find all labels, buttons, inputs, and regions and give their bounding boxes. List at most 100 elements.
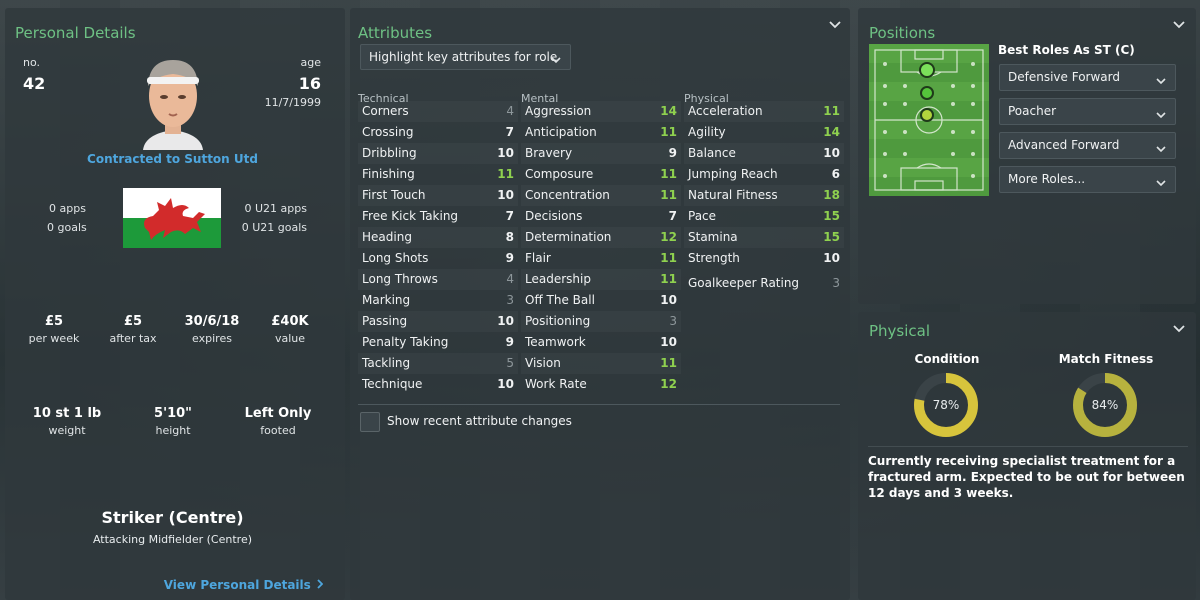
physical-attribute-row[interactable]: Acceleration 11 — [684, 101, 844, 122]
attribute-name: Finishing — [362, 167, 415, 181]
more-roles-dropdown[interactable]: More Roles... — [999, 166, 1176, 193]
role-dropdown-defensive-forward[interactable]: Defensive Forward — [999, 64, 1176, 91]
technical-attribute-row[interactable]: Technique 10 — [358, 374, 518, 395]
attribute-value: 10 — [660, 293, 677, 307]
view-personal-details-label: View Personal Details — [163, 578, 311, 592]
condition-value: 78% — [932, 398, 960, 412]
attribute-value: 7 — [505, 125, 514, 139]
highlight-roles-dropdown[interactable]: Highlight key attributes for role — [360, 44, 571, 70]
attribute-value: 7 — [668, 209, 677, 223]
attribute-value: 11 — [660, 125, 677, 139]
attribute-value: 7 — [505, 209, 514, 223]
footed-label: footed — [260, 424, 296, 437]
mental-attribute-row[interactable]: Off The Ball 10 — [521, 290, 681, 311]
mental-attribute-row[interactable]: Work Rate 12 — [521, 374, 681, 395]
technical-attribute-row[interactable]: First Touch 10 — [358, 185, 518, 206]
mental-attribute-row[interactable]: Vision 11 — [521, 353, 681, 374]
technical-attribute-row[interactable]: Corners 4 — [358, 101, 518, 122]
mental-attribute-row[interactable]: Determination 12 — [521, 227, 681, 248]
physical-attribute-row[interactable]: Natural Fitness 18 — [684, 185, 844, 206]
physical-panel: Physical Condition Match Fitness 78% 84%… — [858, 312, 1196, 600]
mental-attribute-row[interactable]: Concentration 11 — [521, 185, 681, 206]
weight-value: 10 st 1 lb — [32, 406, 102, 421]
attribute-value: 11 — [660, 167, 677, 181]
technical-attribute-row[interactable]: Tackling 5 — [358, 353, 518, 374]
physical-attribute-row[interactable]: Strength 10 — [684, 248, 844, 269]
wage-value: £5 — [44, 314, 64, 329]
chevron-down-icon — [1155, 139, 1167, 164]
chevron-down-icon[interactable] — [1172, 18, 1186, 32]
divider — [358, 404, 840, 405]
attribute-value: 5 — [506, 356, 514, 370]
attribute-name: Aggression — [525, 104, 592, 118]
attribute-value: 8 — [505, 230, 514, 244]
mental-attribute-row[interactable]: Aggression 14 — [521, 101, 681, 122]
view-personal-details-link[interactable]: View Personal Details — [163, 578, 324, 592]
attribute-value: 11 — [823, 104, 840, 118]
transfer-value: £40K — [271, 314, 309, 329]
recent-changes-label[interactable]: Show recent attribute changes — [387, 414, 572, 428]
technical-attribute-row[interactable]: Long Shots 9 — [358, 248, 518, 269]
attribute-value: 10 — [497, 146, 514, 160]
highlight-roles-label: Highlight key attributes for role — [369, 50, 558, 64]
goalkeeper-rating-label: Goalkeeper Rating — [688, 276, 800, 290]
expires-stat: 30/6/18 expires — [172, 314, 252, 345]
attribute-name: Off The Ball — [525, 293, 595, 307]
physical-attribute-row[interactable]: Stamina 15 — [684, 227, 844, 248]
attribute-name: Long Shots — [362, 251, 429, 265]
physical-attribute-row[interactable]: Jumping Reach 6 — [684, 164, 844, 185]
attribute-name: Vision — [525, 356, 561, 370]
attribute-name: Strength — [688, 251, 740, 265]
mental-attribute-row[interactable]: Composure 11 — [521, 164, 681, 185]
attribute-value: 10 — [497, 188, 514, 202]
wage-label: per week — [28, 332, 80, 345]
attribute-value: 10 — [497, 314, 514, 328]
physical-attribute-row[interactable]: Agility 14 — [684, 122, 844, 143]
after-tax-value: £5 — [123, 314, 143, 329]
technical-attribute-row[interactable]: Heading 8 — [358, 227, 518, 248]
mental-attribute-row[interactable]: Decisions 7 — [521, 206, 681, 227]
panel-title-attributes: Attributes — [358, 24, 433, 42]
mental-attribute-row[interactable]: Anticipation 11 — [521, 122, 681, 143]
role-dropdown-poacher[interactable]: Poacher — [999, 98, 1176, 125]
attribute-name: Teamwork — [525, 335, 586, 349]
attribute-value: 14 — [823, 125, 840, 139]
mental-attribute-row[interactable]: Teamwork 10 — [521, 332, 681, 353]
physical-attribute-row[interactable]: Pace 15 — [684, 206, 844, 227]
technical-attribute-row[interactable]: Long Throws 4 — [358, 269, 518, 290]
panel-title-physical: Physical — [869, 322, 931, 340]
attribute-value: 3 — [669, 314, 677, 328]
chevron-down-icon[interactable] — [828, 18, 842, 32]
squad-number: 42 — [23, 74, 46, 93]
attribute-value: 9 — [668, 146, 677, 160]
physical-attribute-row[interactable]: Balance 10 — [684, 143, 844, 164]
chevron-down-icon — [550, 50, 562, 74]
expires-label: expires — [192, 332, 232, 345]
role-dropdown-advanced-forward[interactable]: Advanced Forward — [999, 132, 1176, 159]
attribute-value: 12 — [660, 377, 677, 391]
technical-attribute-row[interactable]: Passing 10 — [358, 311, 518, 332]
technical-attribute-row[interactable]: Marking 3 — [358, 290, 518, 311]
apps-count: 0 apps — [49, 202, 86, 215]
attribute-name: Decisions — [525, 209, 583, 223]
chevron-right-icon — [317, 578, 324, 589]
technical-attribute-row[interactable]: Finishing 11 — [358, 164, 518, 185]
chevron-down-icon[interactable] — [1172, 322, 1186, 336]
recent-changes-checkbox[interactable] — [360, 412, 380, 432]
role-label: Advanced Forward — [1008, 138, 1120, 152]
wales-flag-icon — [123, 188, 221, 248]
mental-attribute-row[interactable]: Flair 11 — [521, 248, 681, 269]
u21-apps-count: 0 U21 apps — [244, 202, 307, 215]
technical-attribute-row[interactable]: Free Kick Taking 7 — [358, 206, 518, 227]
after-tax-stat: £5 after tax — [93, 314, 173, 345]
attribute-value: 9 — [505, 251, 514, 265]
mental-attribute-row[interactable]: Bravery 9 — [521, 143, 681, 164]
mental-attribute-row[interactable]: Positioning 3 — [521, 311, 681, 332]
technical-attribute-row[interactable]: Penalty Taking 9 — [358, 332, 518, 353]
technical-attribute-row[interactable]: Dribbling 10 — [358, 143, 518, 164]
technical-attribute-row[interactable]: Crossing 7 — [358, 122, 518, 143]
mental-attribute-row[interactable]: Leadership 11 — [521, 269, 681, 290]
attribute-name: Balance — [688, 146, 736, 160]
chevron-down-icon — [1155, 71, 1167, 96]
contract-link[interactable]: Contracted to Sutton Utd — [5, 152, 340, 166]
